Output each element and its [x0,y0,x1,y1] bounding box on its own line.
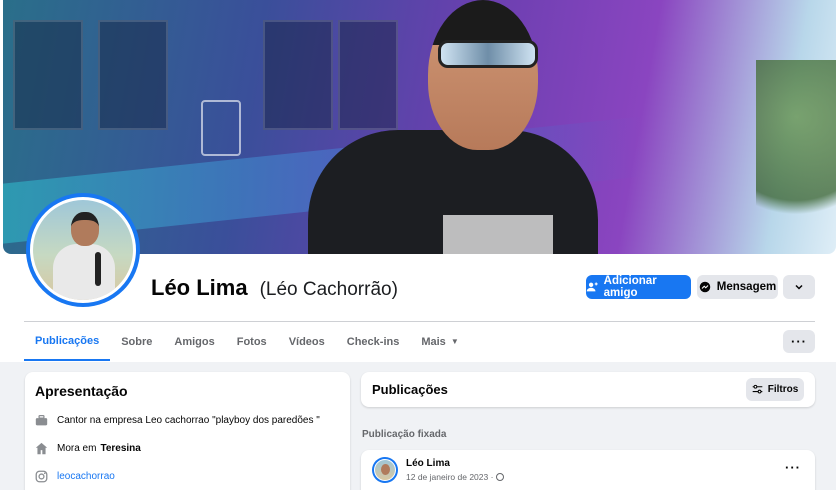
tab-label: Fotos [236,335,267,348]
tab-label: Amigos [174,335,215,348]
tab-label: Check-ins [346,335,400,348]
intro-card: Apresentação Cantor na empresa Leo cacho… [25,372,350,490]
caret-down-icon: ▼ [450,337,459,346]
post-options-button[interactable]: ··· [785,461,801,474]
posts-title: Publicações [372,382,448,397]
wifi-icon [201,100,241,156]
filter-icon [752,384,763,394]
profile-avatar[interactable] [26,193,140,307]
briefcase-icon [35,414,48,427]
tree [756,60,836,250]
avatar-body [53,244,115,300]
post-avatar[interactable] [372,457,398,483]
profile-options-button[interactable] [783,275,815,299]
avatar-head [71,212,99,246]
microphone [95,252,101,286]
tab-publicacoes[interactable]: Publicações [24,322,111,361]
tab-label: Mais [421,335,446,348]
intro-lives-prefix: Mora em [57,442,97,454]
profile-header: Léo Lima (Léo Cachorrão) Adicionar amigo… [0,0,836,362]
message-button[interactable]: Mensagem [697,275,778,299]
chevron-down-icon [795,284,803,290]
tab-videos[interactable]: Vídeos [278,322,336,361]
add-friend-icon [586,282,598,292]
tab-sobre[interactable]: Sobre [110,322,163,361]
add-friend-button[interactable]: Adicionar amigo [586,275,691,299]
profile-alternate-name: (Léo Cachorrão) [259,279,398,300]
home-icon [35,442,48,455]
more-options-button[interactable]: ··· [783,330,815,353]
tab-mais[interactable]: Mais ▼ [410,322,469,361]
tab-label: Vídeos [288,335,325,348]
post-meta: Léo Lima 12 de janeiro de 2023 · [406,457,505,490]
tab-fotos[interactable]: Fotos [226,322,278,361]
instagram-link[interactable]: leocachorrao [57,471,115,482]
bus-window [263,20,333,130]
shirt-print [443,215,553,254]
profile-tabs: Publicações Sobre Amigos Fotos Vídeos Ch… [24,322,470,362]
profile-name: Léo Lima [151,275,248,300]
bus-window [338,20,398,130]
intro-instagram: leocachorrao [35,469,340,483]
bus-window [13,20,83,130]
pinned-post-card: Léo Lima 12 de janeiro de 2023 · ··· [361,450,815,490]
post-author[interactable]: Léo Lima [406,458,504,469]
post-date[interactable]: 12 de janeiro de 2023 · [406,472,493,482]
intro-work-text: Cantor na empresa Leo cachorrao "playboy… [57,414,320,426]
intro-title: Apresentação [35,383,128,399]
globe-icon [496,473,505,481]
intro-work: Cantor na empresa Leo cachorrao "playboy… [35,413,340,427]
post-avatar-image [374,459,396,481]
intro-lives: Mora em Teresina [35,441,340,455]
tab-check-ins[interactable]: Check-ins [336,322,411,361]
tab-label: Sobre [121,335,153,348]
sunglasses [438,40,538,68]
filters-label: Filtros [767,384,799,395]
tab-label: Publicações [35,334,100,347]
person-head [428,0,538,150]
profile-name-row: Léo Lima (Léo Cachorrão) [151,275,398,301]
pinned-post-label: Publicação fixada [362,429,447,440]
messenger-icon [699,281,711,293]
add-friend-label: Adicionar amigo [603,275,657,299]
message-label: Mensagem [716,281,777,293]
posts-header-card: Publicações Filtros [361,372,815,407]
post-date-row: 12 de janeiro de 2023 · [406,472,505,482]
avatar-frame [30,197,136,303]
ellipsis-icon: ··· [791,334,807,349]
tab-amigos[interactable]: Amigos [163,322,225,361]
instagram-icon [35,470,48,483]
bus-window [98,20,168,130]
avatar-image [33,200,133,300]
filters-button[interactable]: Filtros [746,378,804,401]
intro-lives-city[interactable]: Teresina [100,443,140,454]
